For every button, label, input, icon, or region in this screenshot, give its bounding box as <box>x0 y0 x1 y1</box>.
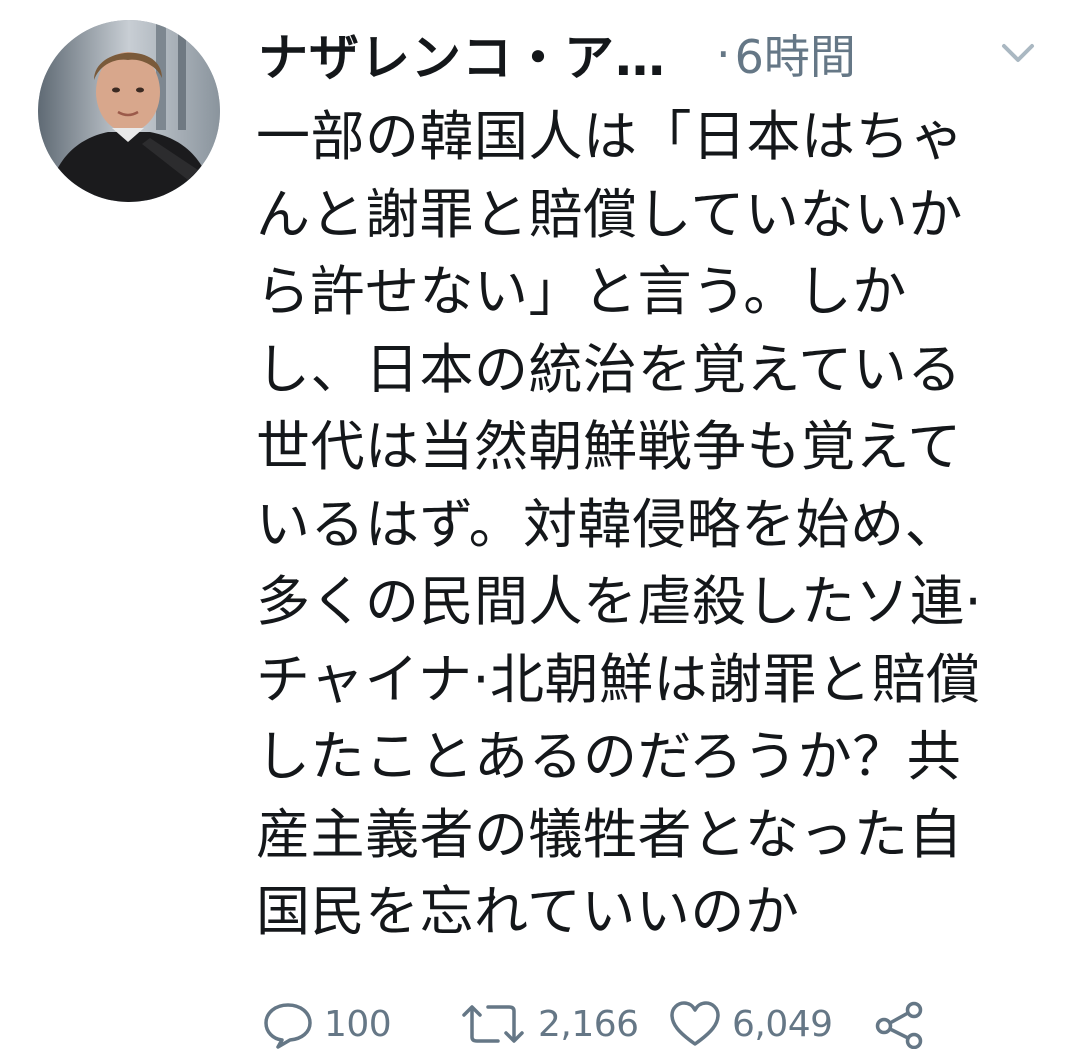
tweet-actions: 100 2,166 6,049 <box>262 996 1042 1056</box>
like-button[interactable]: 6,049 <box>668 996 833 1052</box>
author-display-name[interactable]: ナザレンコ・ア… <box>258 18 666 90</box>
tweet-text-line: 産主義者の犠牲者となった自 <box>256 802 963 866</box>
retweet-icon <box>458 999 528 1049</box>
tweet-text-line: したことあるのだろうか？共 <box>256 725 962 788</box>
reply-count: 100 <box>324 1003 392 1045</box>
chevron-down-icon[interactable] <box>998 38 1038 68</box>
retweet-count: 2,166 <box>538 1003 639 1045</box>
tweet-text-line: 世代は当然朝鮮戦争も覚えて <box>256 415 962 478</box>
tweet-text-line: ら許せない」と言う。しか <box>256 260 907 323</box>
header-separator: · <box>716 27 731 81</box>
like-count: 6,049 <box>732 1003 833 1045</box>
tweet-text-line: し、日本の統治を覚えている <box>256 337 962 401</box>
tweet-text: 一部の韓国人は「日本はちゃ んと謝罪と賠償していないか ら許せない」と言う。しか… <box>256 98 1046 951</box>
tweet-text-line: 一部の韓国人は「日本はちゃ <box>256 105 965 168</box>
tweet-header: ナザレンコ・ア… · 6時間 <box>258 18 1048 90</box>
avatar[interactable] <box>38 20 220 202</box>
reply-button[interactable]: 100 <box>262 996 392 1052</box>
heart-icon <box>668 999 722 1049</box>
tweet: ナザレンコ・ア… · 6時間 一部の韓国人は「日本はちゃ んと謝罪と賠償していな… <box>0 0 1076 1049</box>
user-avatar-photo <box>38 20 220 202</box>
share-button[interactable] <box>874 996 926 1052</box>
reply-icon <box>262 999 314 1049</box>
share-icon <box>874 999 926 1049</box>
tweet-text-line: 多くの民間人を虐殺したソ連· <box>256 570 983 633</box>
tweet-timestamp[interactable]: 6時間 <box>735 21 856 87</box>
tweet-text-line: チャイナ·北朝鮮は謝罪と賠償 <box>256 647 981 711</box>
tweet-text-line: 国民を忘れていいのか <box>256 880 800 943</box>
retweet-button[interactable]: 2,166 <box>458 996 639 1052</box>
tweet-text-line: いるはず。対韓侵略を始め、 <box>256 492 960 556</box>
tweet-text-line: んと謝罪と賠償していないか <box>256 182 963 246</box>
